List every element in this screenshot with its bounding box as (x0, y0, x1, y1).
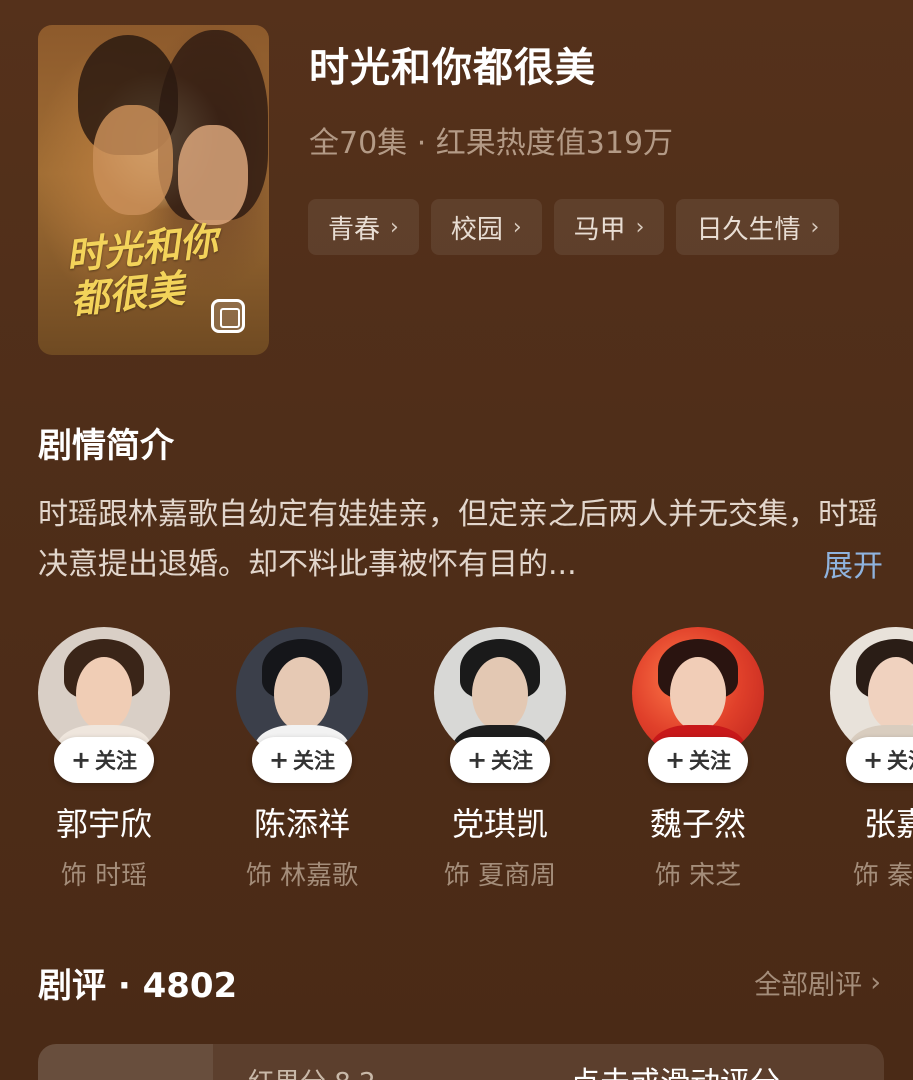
follow-button[interactable]: + 关注 (54, 737, 154, 783)
rating-hint[interactable]: 点击或滑动评分 (570, 1058, 780, 1080)
cast-member[interactable]: + 关注 党琪凯 饰 夏商周 (434, 627, 566, 892)
tag-majia[interactable]: 马甲 › (553, 199, 665, 255)
cast-name: 张嘉 (863, 805, 913, 843)
cast-member[interactable]: + 关注 郭宇欣 饰 时瑶 (38, 627, 170, 892)
drama-title: 时光和你都很美 (309, 45, 596, 91)
drama-detail-page: 时光和你都很美 时光和你都很美 全70集 · 红果热度值319万 青春 › 校园… (0, 0, 913, 1080)
drama-poster[interactable]: 时光和你都很美 (38, 25, 269, 355)
cast-name: 郭宇欣 (55, 805, 152, 843)
poster-gallery-icon[interactable] (211, 299, 245, 333)
plus-icon: + (664, 746, 686, 774)
plus-icon: + (70, 746, 92, 774)
plus-icon: + (466, 746, 488, 774)
cast-name: 陈添祥 (253, 805, 350, 843)
follow-button[interactable]: + 关注 (648, 737, 748, 783)
cast-role: 饰 夏商周 (443, 861, 557, 891)
synopsis-heading: 剧情简介 (38, 426, 174, 466)
tag-label: 青春 (328, 214, 381, 245)
tag-label: 日久生情 (696, 214, 801, 245)
rating-card-thumb (38, 1044, 213, 1080)
cast-list: + 关注 郭宇欣 饰 时瑶 + 关注 陈添祥 饰 林嘉歌 + 关注 党琪凯 饰 … (38, 627, 913, 892)
cast-name: 魏子然 (649, 805, 746, 843)
chevron-right-icon: › (870, 967, 881, 998)
follow-button[interactable]: + 关注 (450, 737, 550, 783)
chevron-right-icon: › (512, 214, 522, 240)
cast-member[interactable]: + 关注 陈添祥 饰 林嘉歌 (236, 627, 368, 892)
plus-icon: + (268, 746, 290, 774)
cast-role: 饰 宋芝 (654, 861, 742, 891)
cast-member[interactable]: + 关注 张嘉 饰 秦佳 (830, 627, 913, 892)
cast-role: 饰 秦佳 (852, 861, 913, 891)
cast-role: 饰 林嘉歌 (245, 861, 359, 891)
rating-card[interactable]: 红果分 8.2 点击或滑动评分 (38, 1044, 884, 1080)
chevron-right-icon: › (635, 214, 645, 240)
chevron-right-icon: › (390, 214, 399, 240)
tag-label: 校园 (450, 214, 503, 245)
tag-list: 青春 › 校园 › 马甲 › 日久生情 › (308, 199, 840, 255)
follow-button[interactable]: + 关注 (252, 737, 352, 783)
reviews-heading: 剧评 · 4802 (38, 966, 238, 1006)
tag-rijiushengqing[interactable]: 日久生情 › (676, 199, 840, 255)
expand-button[interactable]: 展开 (823, 541, 883, 585)
tag-label: 马甲 (573, 214, 626, 245)
synopsis-text: 时瑶跟林嘉歌自幼定有娃娃亲，但定亲之后两人并无交集，时瑶决意提出退婚。却不料此事… (38, 497, 878, 582)
chevron-right-icon: › (810, 214, 820, 240)
all-reviews-link[interactable]: 全部剧评 › (754, 963, 881, 1002)
drama-meta: 全70集 · 红果热度值319万 (309, 126, 674, 161)
cast-member[interactable]: + 关注 魏子然 饰 宋芝 (632, 627, 764, 892)
follow-button[interactable]: + 关注 (846, 737, 913, 783)
tag-qingchun[interactable]: 青春 › (308, 199, 419, 255)
cast-name: 党琪凯 (451, 805, 548, 843)
rating-score: 红果分 8.2 (248, 1062, 376, 1080)
tag-xiaoyuan[interactable]: 校园 › (430, 199, 542, 255)
plus-icon: + (862, 746, 884, 774)
cast-role: 饰 时瑶 (60, 861, 148, 891)
